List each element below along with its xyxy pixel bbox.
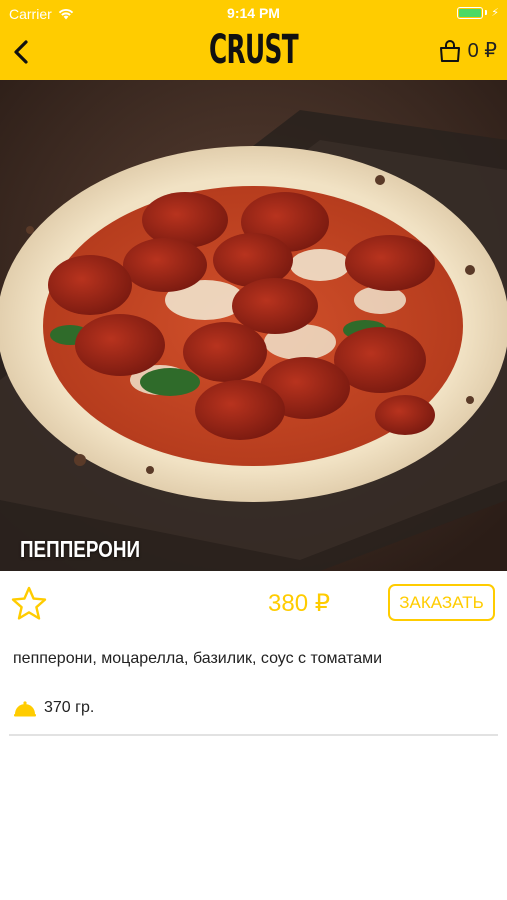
back-chevron-icon bbox=[14, 40, 28, 64]
star-outline-icon bbox=[11, 586, 47, 620]
weight-dome-icon bbox=[14, 701, 36, 717]
product-weight: 370 гр. bbox=[13, 699, 94, 717]
header: Carrier 9:14 PM ⚡ CRUST 0 ₽ bbox=[0, 0, 507, 80]
battery-level bbox=[459, 8, 482, 17]
back-button[interactable] bbox=[8, 36, 34, 68]
favorite-button[interactable] bbox=[10, 585, 48, 623]
product-actions: 380 ₽ ЗАКАЗАТЬ bbox=[0, 571, 507, 635]
clock: 9:14 PM bbox=[227, 5, 280, 21]
status-bar: Carrier 9:14 PM ⚡ bbox=[0, 0, 507, 26]
product-ingredients: пепперони, моцарелла, базилик, соус с то… bbox=[13, 650, 383, 667]
order-button[interactable]: ЗАКАЗАТЬ bbox=[388, 584, 495, 621]
cart-button[interactable]: 0 ₽ bbox=[438, 38, 497, 63]
app-logo: CRUST bbox=[208, 27, 299, 73]
divider bbox=[9, 734, 498, 736]
product-price: 380 ₽ bbox=[268, 590, 330, 617]
weight-label: 370 гр. bbox=[44, 699, 95, 716]
battery-icon: ⚡ bbox=[457, 6, 499, 19]
product-image: ПЕППЕРОНИ bbox=[0, 80, 507, 571]
product-title: ПЕППЕРОНИ bbox=[20, 536, 141, 562]
charging-bolt-icon: ⚡ bbox=[491, 7, 499, 19]
pizza-photo bbox=[0, 80, 507, 571]
cart-total: 0 ₽ bbox=[467, 40, 497, 62]
cart-bag-icon bbox=[439, 39, 460, 62]
